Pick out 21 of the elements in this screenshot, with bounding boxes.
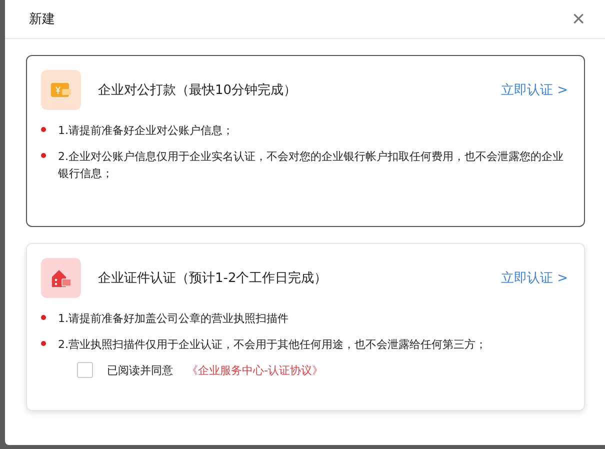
note-text: 1.请提前准备好企业对公账户信息； xyxy=(58,123,234,139)
verify-link[interactable]: 立即认证 > xyxy=(500,81,568,99)
agree-checkbox[interactable] xyxy=(77,362,93,378)
verify-link[interactable]: 立即认证 > xyxy=(500,269,568,287)
dialog-title: 新建 xyxy=(29,11,55,28)
option-title: 企业对公打款（最快10分钟完成） xyxy=(98,82,298,99)
bullet-icon xyxy=(41,127,46,132)
building-icon xyxy=(41,258,81,298)
option-card[interactable]: 企业对公打款（最快10分钟完成） 立即认证 > 1.请提前准备好企业对公账户信息； 2.企业对公账户信息仅用于企业实名认证，不会对您的企业银行帐户扣取任何费用，也不会泄露您的企业银行信息； xyxy=(26,55,585,227)
option-title: 企业证件认证（预计1-2个工作日完成） xyxy=(98,270,328,287)
bullet-icon xyxy=(41,315,46,320)
close-button[interactable]: × xyxy=(572,8,585,30)
agree-label: 已阅读并同意 xyxy=(107,362,173,378)
wallet-icon xyxy=(41,70,81,110)
note-text: 2.营业执照扫描件仅用于企业认证，不会用于其他任何用途，也不会泄露给任何第三方； xyxy=(58,337,486,353)
note-text: 1.请提前准备好加盖公司公章的营业执照扫描件 xyxy=(58,311,288,327)
note-text: 2.企业对公账户信息仅用于企业实名认证，不会对您的企业银行帐户扣取任何费用，也不会泄露您的企业银行信息； xyxy=(58,149,564,182)
bullet-icon xyxy=(41,153,46,158)
bullet-icon xyxy=(41,341,46,346)
option-card[interactable]: 企业证件认证（预计1-2个工作日完成） 立即认证 > 1.请提前准备好加盖公司公章的营业执照扫描件 2.营业执照扫描件仅用于企业认证，不会用于其他任何用途，也不会泄露给任何第三方； 已阅读并同意 《企业服务中心-认证协议》 xyxy=(26,243,585,411)
agreement-link[interactable]: 《企业服务中心-认证协议》 xyxy=(187,362,323,378)
